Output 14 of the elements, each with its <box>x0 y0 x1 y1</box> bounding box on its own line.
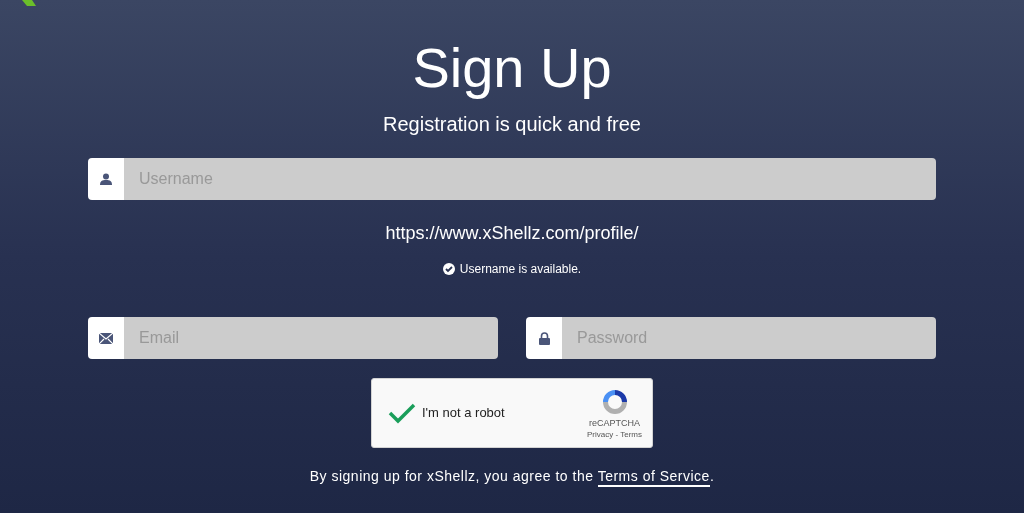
user-icon <box>100 173 112 185</box>
page-title: Sign Up <box>412 36 612 100</box>
terms-link[interactable]: Terms of Service <box>597 468 710 487</box>
captcha-label: I'm not a robot <box>422 404 506 423</box>
availability-message: Username is available. <box>459 261 582 278</box>
captcha-brand: reCAPTCHA <box>589 416 640 429</box>
captcha-links[interactable]: Privacy - Terms <box>587 428 642 440</box>
lock-icon <box>538 331 550 345</box>
terms-notice: By signing up for xShellz, you agree to the Terms of Service. <box>309 466 715 487</box>
profile-url: https://www.xShellz.com/profile/ <box>385 222 639 244</box>
checkmark-icon[interactable] <box>388 402 416 424</box>
envelope-icon <box>99 332 113 344</box>
subtitle: Registration is quick and free <box>383 112 641 136</box>
logo-icon <box>22 0 36 6</box>
